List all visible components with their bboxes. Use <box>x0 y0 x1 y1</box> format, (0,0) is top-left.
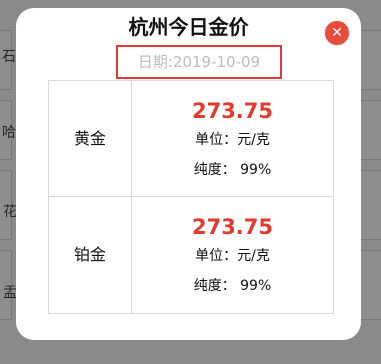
background-tile <box>360 30 381 90</box>
background-tile <box>360 170 381 240</box>
unit-text: 单位：元/克 <box>195 248 270 264</box>
background-glyph: 哈 <box>2 125 16 141</box>
background-tile <box>360 250 381 320</box>
date-label: 日期:2019-10-09 <box>116 45 282 79</box>
metal-name: 黄金 <box>49 81 132 196</box>
close-button[interactable]: ✕ <box>325 21 349 45</box>
price-row-platinum: 铂金 273.75 单位：元/克 纯度： 99% <box>49 197 333 313</box>
price-info: 273.75 单位：元/克 纯度： 99% <box>132 197 333 313</box>
background-glyph: 花 <box>3 204 17 220</box>
price-table: 黄金 273.75 单位：元/克 纯度： 99% 铂金 273.75 单位：元/… <box>48 80 334 314</box>
price-value: 273.75 <box>191 215 274 239</box>
background-tile <box>360 100 381 160</box>
gold-price-modal: 杭州今日金价 ✕ 日期:2019-10-09 黄金 273.75 单位：元/克 … <box>16 8 361 340</box>
price-value: 273.75 <box>191 99 274 123</box>
background-glyph: 石 <box>2 49 16 65</box>
purity-text: 纯度： 99% <box>193 162 272 178</box>
purity-text: 纯度： 99% <box>193 278 272 294</box>
unit-text: 单位：元/克 <box>195 132 270 148</box>
modal-title: 杭州今日金价 <box>128 15 249 39</box>
price-row-gold: 黄金 273.75 单位：元/克 纯度： 99% <box>49 81 333 197</box>
background-glyph: 盂 <box>3 285 17 301</box>
metal-name: 铂金 <box>49 197 132 313</box>
price-info: 273.75 单位：元/克 纯度： 99% <box>132 81 333 196</box>
close-icon: ✕ <box>331 25 343 41</box>
